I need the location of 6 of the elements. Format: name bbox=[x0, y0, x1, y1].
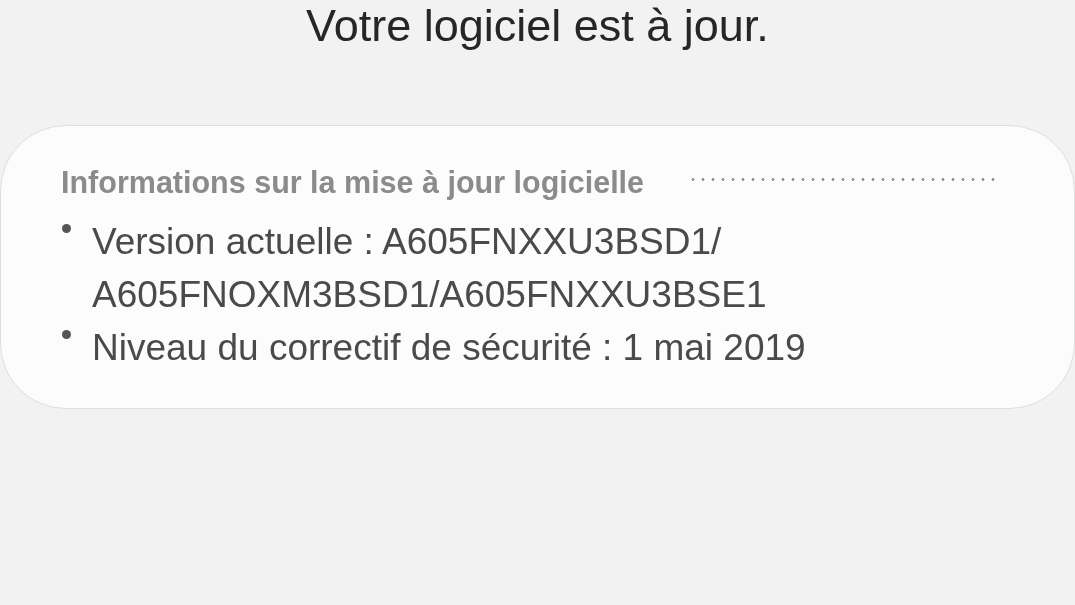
bullet-icon bbox=[62, 224, 71, 233]
info-text: Version actuelle : A605FNXXU3BSD1/A605FNOXM3BSD1/A605FNXXU3BSE1 bbox=[92, 220, 768, 317]
bullet-icon bbox=[62, 330, 71, 339]
info-text: Niveau du correctif de sécurité : 1 mai 2019 bbox=[92, 326, 806, 370]
card-title: Informations sur la mise à jour logicielle bbox=[61, 164, 645, 202]
status-title: Votre logiciel est à jour. bbox=[306, 0, 769, 52]
